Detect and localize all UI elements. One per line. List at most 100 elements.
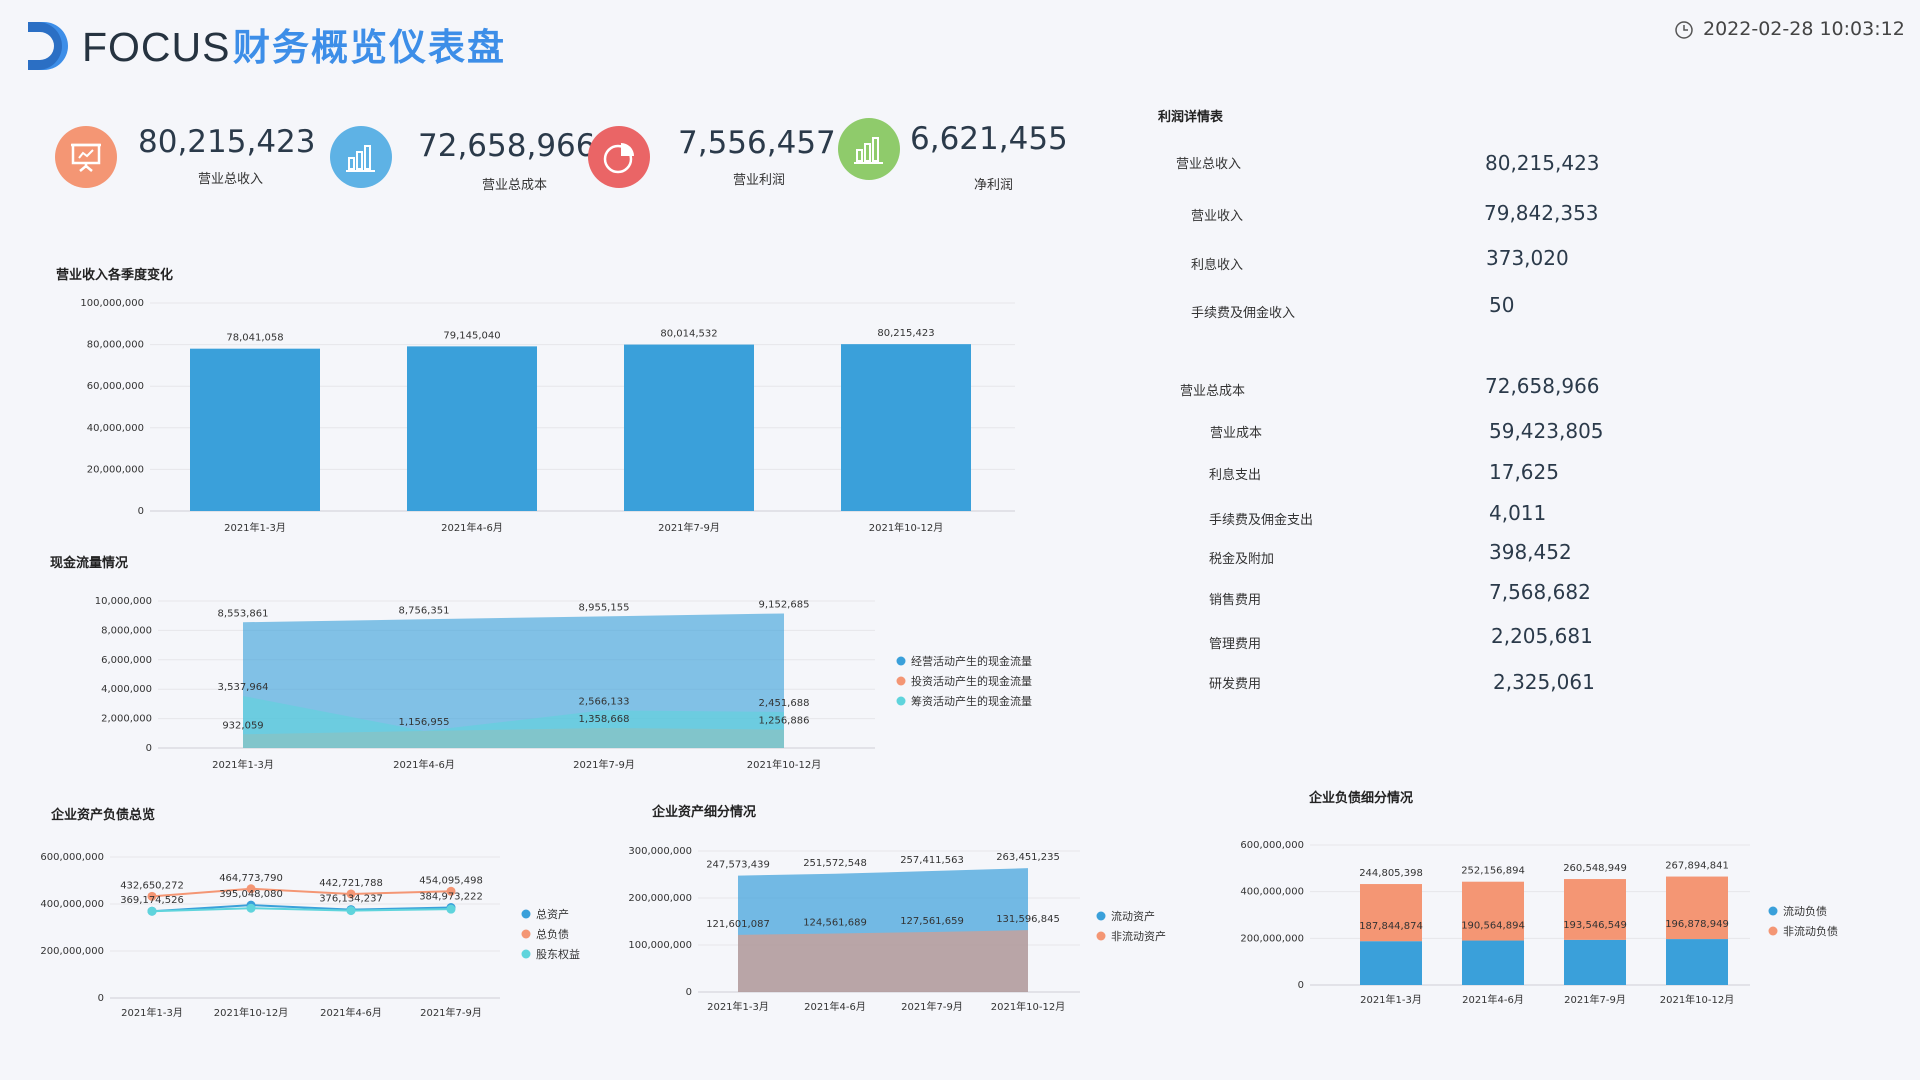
y-tick-label: 200,000,000 <box>40 946 104 957</box>
legend-marker <box>1768 926 1778 936</box>
y-tick-label: 600,000,000 <box>1240 840 1304 851</box>
y-tick-label: 100,000,000 <box>80 298 144 309</box>
x-tick-label: 2021年7-9月 <box>420 1006 482 1019</box>
y-tick-label: 400,000,000 <box>1240 887 1304 898</box>
x-tick-label: 2021年4-6月 <box>320 1006 382 1019</box>
area-data-label: 257,411,563 <box>900 855 964 866</box>
x-tick-label: 2021年1-3月 <box>121 1006 183 1019</box>
y-tick-label: 200,000,000 <box>1240 933 1304 944</box>
y-tick-label: 20,000,000 <box>87 464 144 475</box>
y-tick-label: 0 <box>146 743 152 754</box>
bar-data-label: 260,548,949 <box>1563 863 1627 874</box>
legend-label: 经营活动产生的现金流量 <box>911 654 1032 668</box>
line-data-label: 454,095,498 <box>419 875 483 886</box>
x-tick-label: 2021年1-3月 <box>707 1000 769 1013</box>
asset-area <box>738 930 1028 992</box>
bar-data-label: 80,215,423 <box>877 328 934 339</box>
x-tick-label: 2021年1-3月 <box>212 758 274 771</box>
y-tick-label: 4,000,000 <box>101 684 152 695</box>
revenue-bar <box>190 348 320 511</box>
area-data-label: 2,451,688 <box>759 698 810 709</box>
area-data-label: 1,358,668 <box>579 714 630 725</box>
line-data-label: 442,721,788 <box>319 878 383 889</box>
y-tick-label: 0 <box>138 506 144 517</box>
y-tick-label: 8,000,000 <box>101 625 152 636</box>
legend-label: 流动负债 <box>1783 904 1827 918</box>
area-data-label: 932,059 <box>222 720 263 731</box>
legend-marker <box>521 929 531 939</box>
area-data-label: 124,561,689 <box>803 917 867 928</box>
x-tick-label: 2021年10-12月 <box>869 521 944 534</box>
area-data-label: 263,451,235 <box>996 852 1060 863</box>
legend-marker <box>896 696 906 706</box>
area-data-label: 2,566,133 <box>579 696 630 707</box>
legend-marker <box>896 656 906 666</box>
area-data-label: 8,955,155 <box>579 602 630 613</box>
line-point <box>246 903 256 913</box>
y-tick-label: 60,000,000 <box>87 381 144 392</box>
legend-marker <box>896 676 906 686</box>
area-data-label: 8,756,351 <box>399 605 450 616</box>
y-tick-label: 200,000,000 <box>628 893 692 904</box>
area-data-label: 127,561,659 <box>900 916 964 927</box>
area-data-label: 1,256,886 <box>759 716 810 727</box>
area-data-label: 251,572,548 <box>803 858 867 869</box>
bar-data-label: 244,805,398 <box>1359 868 1423 879</box>
x-tick-label: 2021年1-3月 <box>1360 993 1422 1006</box>
legend-marker <box>1096 931 1106 941</box>
y-tick-label: 10,000,000 <box>95 596 152 607</box>
bar-data-label: 79,145,040 <box>443 330 500 341</box>
x-tick-label: 2021年4-6月 <box>804 1000 866 1013</box>
x-tick-label: 2021年1-3月 <box>224 521 286 534</box>
line-point <box>446 904 456 914</box>
liability-bar-current <box>1564 939 1626 985</box>
y-tick-label: 40,000,000 <box>87 423 144 434</box>
bar-data-label: 80,014,532 <box>660 329 717 340</box>
line-data-label: 432,650,272 <box>120 880 184 891</box>
area-data-label: 9,152,685 <box>759 599 810 610</box>
legend-label: 总资产 <box>536 907 569 921</box>
line-point <box>346 906 356 916</box>
legend-label: 非流动资产 <box>1111 929 1166 943</box>
revenue-bar <box>841 344 971 511</box>
bar-data-label: 190,564,894 <box>1461 921 1525 932</box>
bar-data-label: 193,546,549 <box>1563 920 1627 931</box>
area-data-label: 121,601,087 <box>706 919 770 930</box>
liability-bar-current <box>1360 941 1422 985</box>
legend-label: 总负债 <box>536 927 569 941</box>
liability-bar-noncurrent <box>1462 881 1524 941</box>
y-tick-label: 0 <box>686 987 692 998</box>
x-tick-label: 2021年4-6月 <box>1462 993 1524 1006</box>
legend-label: 投资活动产生的现金流量 <box>911 674 1032 688</box>
legend-label: 筹资活动产生的现金流量 <box>911 694 1032 708</box>
y-tick-label: 0 <box>1298 980 1304 991</box>
x-tick-label: 2021年7-9月 <box>1564 993 1626 1006</box>
x-tick-label: 2021年10-12月 <box>1660 993 1735 1006</box>
legend-label: 流动资产 <box>1111 909 1155 923</box>
x-tick-label: 2021年4-6月 <box>441 521 503 534</box>
revenue-bar <box>624 344 754 511</box>
x-tick-label: 2021年10-12月 <box>991 1000 1066 1013</box>
liability-bar-current <box>1462 940 1524 985</box>
legend-marker <box>521 909 531 919</box>
bar-data-label: 187,844,874 <box>1359 921 1423 932</box>
y-tick-label: 600,000,000 <box>40 852 104 863</box>
area-data-label: 8,553,861 <box>218 608 269 619</box>
liability-bar-noncurrent <box>1360 884 1422 942</box>
legend-label: 股东权益 <box>536 947 580 961</box>
x-tick-label: 2021年7-9月 <box>901 1000 963 1013</box>
y-tick-label: 80,000,000 <box>87 340 144 351</box>
bar-data-label: 78,041,058 <box>226 333 283 344</box>
x-tick-label: 2021年10-12月 <box>214 1006 289 1019</box>
line-data-label: 376,134,237 <box>319 894 383 905</box>
area-data-label: 3,537,964 <box>218 682 269 693</box>
y-tick-label: 0 <box>98 993 104 1004</box>
area-data-label: 1,156,955 <box>399 717 450 728</box>
legend-marker <box>1096 911 1106 921</box>
x-tick-label: 2021年7-9月 <box>658 521 720 534</box>
bar-data-label: 267,894,841 <box>1665 861 1729 872</box>
bar-data-label: 252,156,894 <box>1461 866 1525 877</box>
line-data-label: 369,174,526 <box>120 895 184 906</box>
x-tick-label: 2021年10-12月 <box>747 758 822 771</box>
area-data-label: 247,573,439 <box>706 860 770 871</box>
